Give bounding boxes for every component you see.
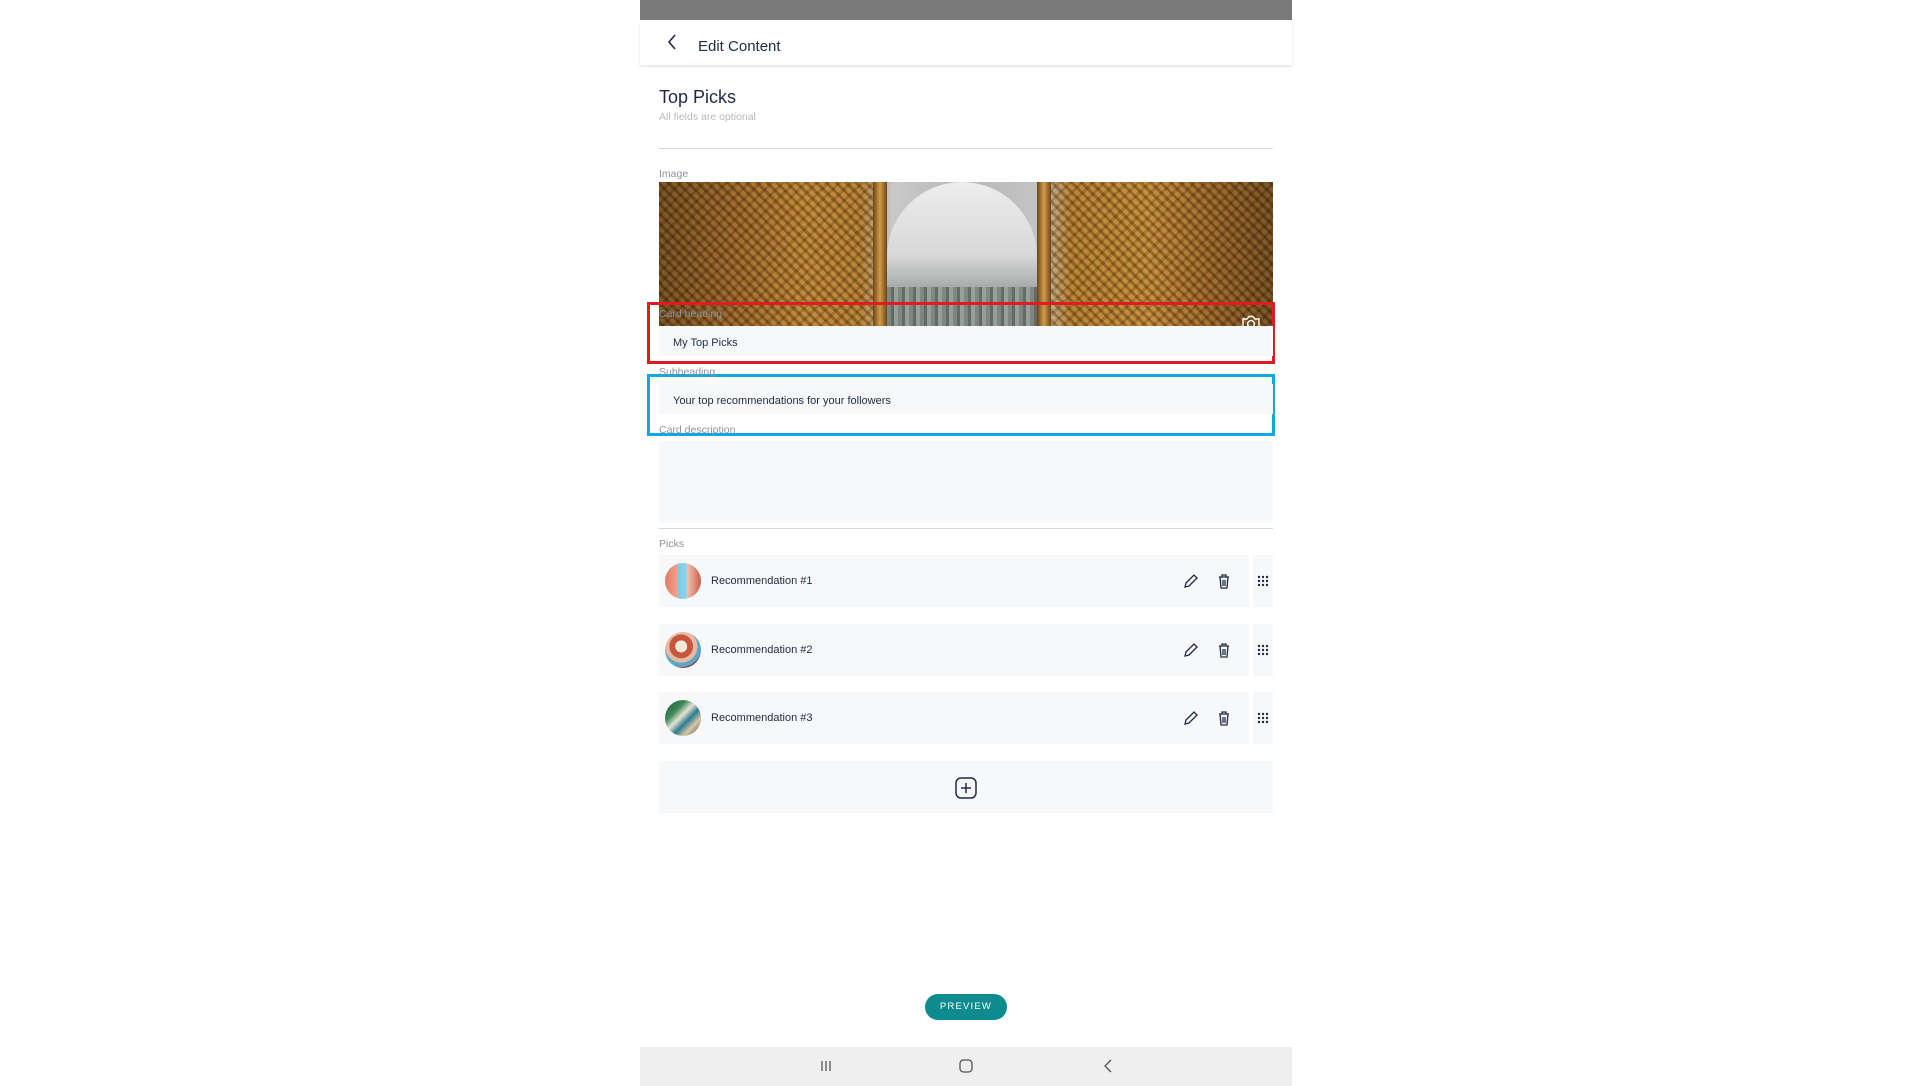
edit-pick-button[interactable] (1181, 571, 1201, 591)
card-description-label: Card description (659, 424, 736, 436)
home-button[interactable] (957, 1058, 975, 1074)
delete-pick-button[interactable] (1214, 571, 1234, 591)
back-arrow-icon (667, 34, 676, 50)
preview-button[interactable]: PREVIEW (925, 994, 1007, 1020)
phone-screen: Edit Content Top Picks All fields are op… (640, 0, 1292, 1086)
header-title: Edit Content (698, 38, 781, 55)
divider (659, 148, 1273, 149)
subheading-value: Your top recommendations for your follow… (673, 395, 891, 407)
nav-back-button[interactable] (1100, 1058, 1118, 1074)
delete-pick-button[interactable] (1214, 708, 1234, 728)
pick-label: Recommendation #1 (711, 575, 813, 587)
edit-pick-button[interactable] (1181, 708, 1201, 728)
add-pick-button[interactable] (659, 761, 1273, 813)
picks-label: Picks (659, 538, 685, 550)
pencil-icon (1184, 574, 1198, 588)
drag-handle-icon (1257, 712, 1269, 724)
trash-icon (1219, 643, 1229, 658)
list-item[interactable]: Recommendation #1 (659, 555, 1249, 607)
pencil-icon (1184, 711, 1198, 725)
page-title: Top Picks (659, 87, 737, 107)
nav-back-icon (1104, 1059, 1112, 1073)
drag-handle[interactable] (1253, 692, 1273, 744)
card-heading-value: My Top Picks (673, 337, 738, 349)
recents-button[interactable] (817, 1058, 835, 1074)
avatar (665, 632, 701, 668)
home-icon (959, 1059, 973, 1073)
recents-icon (821, 1061, 831, 1071)
pick-label: Recommendation #2 (711, 644, 813, 656)
app-header: Edit Content (640, 20, 1292, 65)
drag-handle-icon (1257, 644, 1269, 656)
optional-note: All fields are optional (659, 111, 756, 123)
drag-handle[interactable] (1253, 555, 1273, 607)
pick-label: Recommendation #3 (711, 712, 813, 724)
system-nav-bar (640, 1047, 1292, 1086)
pencil-icon (1184, 643, 1198, 657)
drag-handle[interactable] (1253, 624, 1273, 676)
drag-handle-icon (1257, 575, 1269, 587)
avatar (665, 700, 701, 736)
image-label: Image (659, 168, 689, 180)
trash-icon (1219, 574, 1229, 589)
delete-pick-button[interactable] (1214, 640, 1234, 660)
card-heading-label: Card heading (659, 308, 723, 320)
list-item[interactable]: Recommendation #2 (659, 624, 1249, 676)
divider (659, 528, 1273, 529)
card-heading-input[interactable]: My Top Picks (659, 326, 1273, 356)
subheading-input[interactable]: Your top recommendations for your follow… (659, 384, 1273, 414)
avatar (665, 563, 701, 599)
back-button[interactable] (662, 31, 684, 53)
status-bar (640, 0, 1292, 20)
list-item[interactable]: Recommendation #3 (659, 692, 1249, 744)
add-icon (955, 777, 977, 799)
trash-icon (1219, 711, 1229, 726)
subheading-label: Subheading (659, 366, 716, 378)
edit-pick-button[interactable] (1181, 640, 1201, 660)
card-description-input[interactable] (659, 441, 1273, 523)
